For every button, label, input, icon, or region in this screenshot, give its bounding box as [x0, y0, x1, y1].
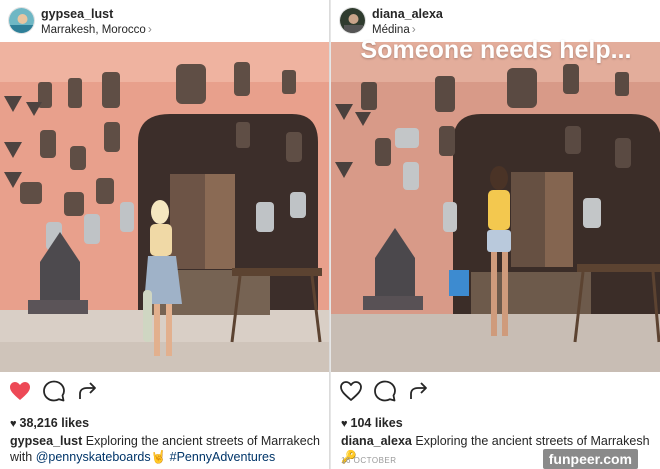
post-actions	[0, 376, 329, 406]
post-photo[interactable]	[331, 42, 660, 372]
heart-icon-small: ♥	[341, 418, 348, 430]
username[interactable]: diana_alexa	[372, 7, 443, 21]
location-label: Médina	[372, 24, 410, 36]
post-photo[interactable]	[0, 42, 329, 372]
caption-username[interactable]: diana_alexa	[341, 434, 412, 448]
like-count[interactable]: ♥ 104 likes	[341, 416, 403, 430]
avatar[interactable]	[339, 7, 366, 34]
watermark: funpeer.com	[542, 449, 638, 469]
heart-icon[interactable]	[8, 379, 32, 403]
post-left: gypsea_lust Marrakesh, Morocco › ♥ 38,21…	[0, 0, 330, 469]
caption-username[interactable]: gypsea_lust	[10, 434, 82, 448]
avatar[interactable]	[8, 7, 35, 34]
share-icon[interactable]	[407, 379, 431, 403]
username[interactable]: gypsea_lust	[41, 7, 113, 21]
comment-icon[interactable]	[42, 379, 66, 403]
post-header: gypsea_lust Marrakesh, Morocco ›	[0, 0, 329, 42]
hashtag-link[interactable]: #PennyAdventures	[170, 450, 276, 464]
chevron-right-icon: ›	[411, 22, 416, 36]
overlay-caption: Someone needs help...	[360, 36, 632, 64]
caption: gypsea_lust Exploring the ancient street…	[10, 433, 326, 465]
comment-icon[interactable]	[373, 379, 397, 403]
chevron-right-icon: ›	[147, 22, 152, 36]
like-count[interactable]: ♥ 38,216 likes	[10, 416, 89, 430]
location-link[interactable]: Médina ›	[372, 22, 416, 36]
post-date: 16 OCTOBER	[341, 456, 397, 465]
post-actions	[331, 376, 660, 406]
location-link[interactable]: Marrakesh, Morocco ›	[41, 22, 152, 36]
heart-icon-small: ♥	[10, 418, 17, 430]
post-right: diana_alexa Médina › Someone needs help.…	[330, 0, 660, 469]
rock-emoji: 🤘	[150, 450, 167, 464]
likes-text: 38,216 likes	[19, 416, 90, 430]
location-label: Marrakesh, Morocco	[41, 24, 146, 36]
heart-icon[interactable]	[339, 379, 363, 403]
mention-link[interactable]: @pennyskateboards	[36, 450, 151, 464]
likes-text: 104 likes	[350, 416, 403, 430]
share-icon[interactable]	[76, 379, 100, 403]
caption-text: Exploring the ancient streets of Marrake…	[415, 434, 650, 448]
